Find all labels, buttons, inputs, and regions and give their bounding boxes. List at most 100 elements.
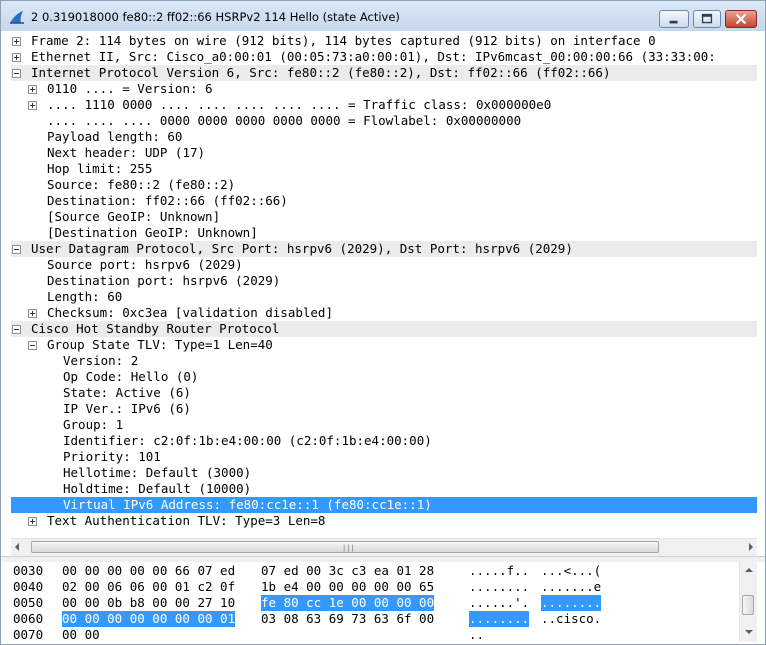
tree-row-text: Payload length: 60	[47, 129, 183, 144]
tree-row[interactable]: Hellotime: Default (3000)	[11, 465, 757, 481]
expand-icon[interactable]	[28, 309, 37, 318]
tree-row-text: Next header: UDP (17)	[47, 145, 206, 160]
tree-row[interactable]: Hop limit: 255	[11, 161, 757, 177]
tree-row-text: [Destination GeoIP: Unknown]	[47, 225, 258, 240]
tree-row-text: Source port: hsrpv6 (2029)	[47, 257, 243, 272]
tree-row-text: Hellotime: Default (3000)	[63, 465, 252, 480]
tree-row[interactable]: Holdtime: Default (10000)	[11, 481, 757, 497]
tree-row[interactable]: Identifier: c2:0f:1b:e4:00:00 (c2:0f:1b:…	[11, 433, 757, 449]
ascii-text: .......e	[541, 579, 602, 594]
tree-row[interactable]: Destination: ff02::66 (ff02::66)	[11, 193, 757, 209]
tree-row[interactable]: Next header: UDP (17)	[11, 145, 757, 161]
hex-offset: 0030	[13, 563, 44, 578]
close-icon	[735, 13, 747, 25]
packet-details-window: 2 0.319018000 fe80::2 ff02::66 HSRPv2 11…	[0, 0, 766, 645]
tree-row-text: .... .... .... 0000 0000 0000 0000 0000 …	[47, 113, 522, 128]
scroll-up-arrow-icon[interactable]	[745, 568, 753, 572]
tree-row-text: Destination: ff02::66 (ff02::66)	[47, 193, 288, 208]
ascii-text: ..	[469, 627, 485, 642]
vertical-scroll-thumb[interactable]	[742, 595, 754, 615]
window-title: 2 0.319018000 fe80::2 ff02::66 HSRPv2 11…	[31, 10, 400, 24]
ascii-text: ........	[541, 595, 602, 611]
tree-row[interactable]: Group State TLV: Type=1 Len=40	[11, 337, 757, 353]
tree-row-text: State: Active (6)	[63, 385, 191, 400]
tree-row[interactable]: Checksum: 0xc3ea [validation disabled]	[11, 305, 757, 321]
tree-row[interactable]: Group: 1	[11, 417, 757, 433]
horizontal-scrollbar[interactable]: |||	[11, 538, 757, 556]
tree-row-text: Group State TLV: Type=1 Len=40	[47, 337, 273, 352]
maximize-button[interactable]	[693, 10, 721, 28]
tree-row-selected[interactable]: Virtual IPv6 Address: fe80:cc1e::1 (fe80…	[11, 497, 757, 513]
tree-row[interactable]: Priority: 101	[11, 449, 757, 465]
hex-bytes: 07 ed 00 3c c3 ea 01 28	[261, 563, 435, 578]
hex-offset: 0040	[13, 579, 44, 594]
grip-icon: |||	[342, 544, 355, 552]
expand-icon[interactable]	[28, 517, 37, 526]
tree-row-text: Text Authentication TLV: Type=3 Len=8	[47, 513, 326, 528]
packet-bytes-pane[interactable]: 0030 00 00 00 00 00 66 07 ed 07 ed 00 3c c…	[11, 562, 739, 642]
tree-protocol-header[interactable]: Cisco Hot Standby Router Protocol	[11, 321, 757, 337]
minimize-icon	[669, 20, 678, 24]
scroll-down-arrow-icon[interactable]	[745, 630, 753, 634]
tree-row-text: Frame 2: 114 bytes on wire (912 bits), 1…	[31, 33, 656, 48]
tree-row-text: Group: 1	[63, 417, 124, 432]
tree-row[interactable]: Length: 60	[11, 289, 757, 305]
tree-row[interactable]: State: Active (6)	[11, 385, 757, 401]
expand-icon[interactable]	[12, 37, 21, 46]
maximize-icon	[701, 13, 713, 24]
tree-row-text: Op Code: Hello (0)	[63, 369, 199, 384]
tree-row-text: Holdtime: Default (10000)	[63, 481, 252, 496]
packet-details-tree[interactable]: Frame 2: 114 bytes on wire (912 bits), 1…	[11, 31, 757, 531]
tree-row[interactable]: Op Code: Hello (0)	[11, 369, 757, 385]
minimize-button[interactable]	[659, 10, 689, 28]
tree-row-text: Hop limit: 255	[47, 161, 153, 176]
tree-row[interactable]: IP Ver.: IPv6 (6)	[11, 401, 757, 417]
tree-row-text: Priority: 101	[63, 449, 161, 464]
tree-row[interactable]: Ethernet II, Src: Cisco_a0:00:01 (00:05:…	[11, 49, 757, 65]
tree-row-text: Checksum: 0xc3ea [validation disabled]	[47, 305, 333, 320]
close-button[interactable]	[725, 10, 757, 28]
ascii-text: ..cisco.	[541, 611, 602, 626]
tree-row[interactable]: Source port: hsrpv6 (2029)	[11, 257, 757, 273]
expand-icon[interactable]	[28, 101, 37, 110]
tree-row[interactable]: Destination port: hsrpv6 (2029)	[11, 273, 757, 289]
tree-row[interactable]: Payload length: 60	[11, 129, 757, 145]
horizontal-scroll-thumb[interactable]: |||	[31, 541, 659, 553]
ascii-text: ........	[469, 579, 530, 594]
tree-row-text: Virtual IPv6 Address: fe80:cc1e::1 (fe80…	[63, 497, 432, 512]
tree-row[interactable]: .... 1110 0000 .... .... .... .... .... …	[11, 97, 757, 113]
scroll-right-arrow-icon[interactable]	[749, 543, 753, 551]
tree-row-text: Internet Protocol Version 6, Src: fe80::…	[31, 65, 611, 80]
tree-row-text: Destination port: hsrpv6 (2029)	[47, 273, 281, 288]
wireshark-fin-icon	[10, 11, 24, 24]
collapse-icon[interactable]	[12, 245, 21, 254]
hex-offset: 0050	[13, 595, 44, 610]
title-bar[interactable]: 2 0.319018000 fe80::2 ff02::66 HSRPv2 11…	[1, 1, 765, 31]
vertical-scrollbar[interactable]	[739, 562, 757, 642]
tree-row-text: User Datagram Protocol, Src Port: hsrpv6…	[31, 241, 573, 256]
ascii-text: .....f..	[469, 563, 530, 578]
tree-row[interactable]: Frame 2: 114 bytes on wire (912 bits), 1…	[11, 33, 757, 49]
tree-row-text: Ethernet II, Src: Cisco_a0:00:01 (00:05:…	[31, 49, 716, 64]
tree-row-text: Identifier: c2:0f:1b:e4:00:00 (c2:0f:1b:…	[63, 433, 432, 448]
tree-row-text: Source: fe80::2 (fe80::2)	[47, 177, 236, 192]
tree-row[interactable]: [Source GeoIP: Unknown]	[11, 209, 757, 225]
collapse-icon[interactable]	[12, 325, 21, 334]
tree-row-text: Cisco Hot Standby Router Protocol	[31, 321, 280, 336]
tree-row-text: Length: 60	[47, 289, 123, 304]
tree-row[interactable]: Text Authentication TLV: Type=3 Len=8	[11, 513, 757, 529]
hex-bytes: 00 00 0b b8 00 00 27 10	[62, 595, 236, 610]
tree-row[interactable]: .... .... .... 0000 0000 0000 0000 0000 …	[11, 113, 757, 129]
expand-icon[interactable]	[28, 85, 37, 94]
tree-row[interactable]: 0110 .... = Version: 6	[11, 81, 757, 97]
tree-protocol-header[interactable]: Internet Protocol Version 6, Src: fe80::…	[11, 65, 757, 81]
hex-offset: 0070	[13, 627, 44, 642]
collapse-icon[interactable]	[12, 69, 21, 78]
collapse-icon[interactable]	[28, 341, 37, 350]
tree-row[interactable]: Source: fe80::2 (fe80::2)	[11, 177, 757, 193]
tree-row[interactable]: Version: 2	[11, 353, 757, 369]
scroll-left-arrow-icon[interactable]	[15, 543, 19, 551]
tree-protocol-header[interactable]: User Datagram Protocol, Src Port: hsrpv6…	[11, 241, 757, 257]
tree-row[interactable]: [Destination GeoIP: Unknown]	[11, 225, 757, 241]
expand-icon[interactable]	[12, 53, 21, 62]
